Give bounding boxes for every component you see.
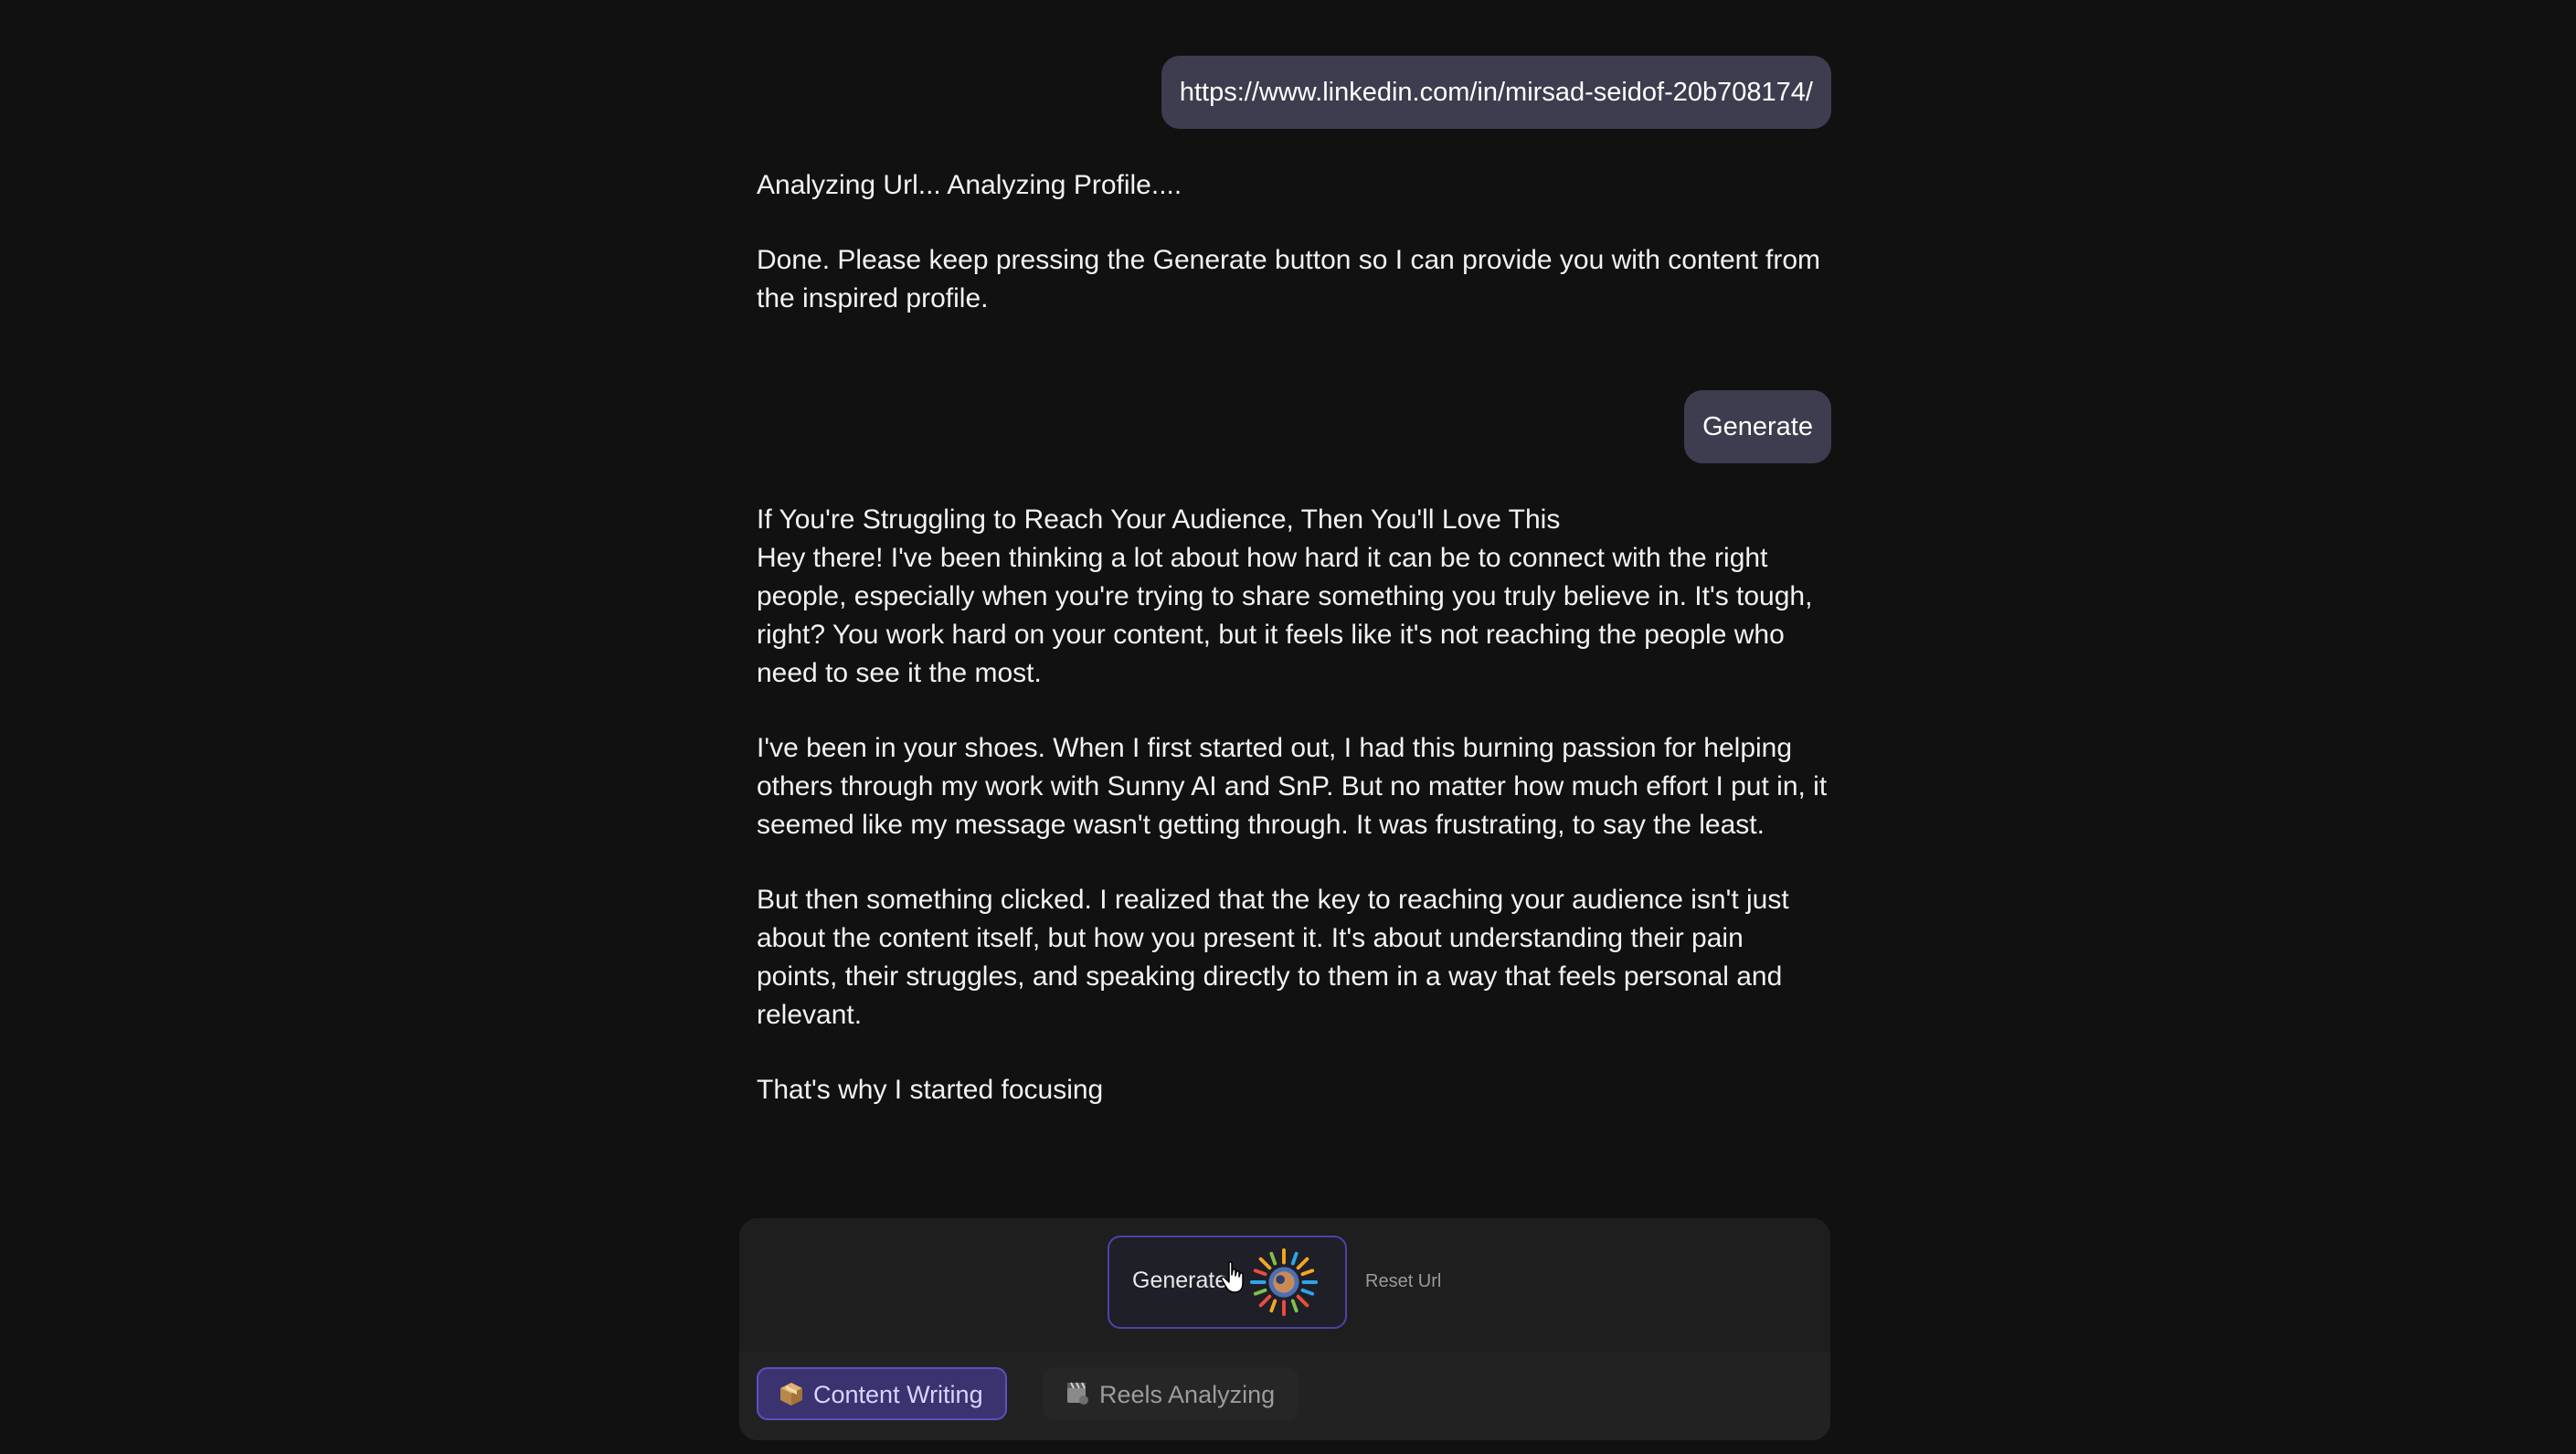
content-paragraph: That's why I started focusing — [757, 1075, 1104, 1105]
content-paragraph: I've been in your shoes. When I first st… — [757, 733, 1828, 840]
content-paragraph: Hey there! I've been thinking a lot abou… — [757, 543, 1813, 688]
content-paragraph: But then something clicked. I realized t… — [757, 885, 1789, 1030]
tab-reels-analyzing[interactable]: Reels Analyzing — [1043, 1367, 1299, 1420]
user-message-generate: Generate — [1684, 390, 1831, 463]
assistant-instruction-line: Done. Please keep pressing the Generate … — [757, 245, 1821, 313]
package-icon — [780, 1383, 802, 1406]
content-title: If You're Struggling to Reach Your Audie… — [757, 504, 1561, 535]
composer-panel: Generate Reset Url Content Writing Reels… — [739, 1218, 1830, 1440]
tab-label: Reels Analyzing — [1099, 1381, 1276, 1408]
user-message-url: https://www.linkedin.com/in/mirsad-seido… — [1161, 56, 1831, 129]
tab-content-writing[interactable]: Content Writing — [757, 1367, 1007, 1420]
tab-label: Content Writing — [813, 1381, 983, 1408]
assistant-status-line: Analyzing Url... Analyzing Profile.... — [757, 170, 1182, 200]
sun-globe-icon — [1249, 1247, 1319, 1317]
reset-url-link[interactable]: Reset Url — [1365, 1271, 1441, 1292]
chat-page: https://www.linkedin.com/in/mirsad-seido… — [0, 0, 2576, 1454]
hand-cursor-icon — [1221, 1261, 1244, 1293]
assistant-message-analysis: Analyzing Url... Analyzing Profile.... D… — [757, 166, 1831, 318]
assistant-message-content: If You're Struggling to Reach Your Audie… — [757, 501, 1831, 1109]
film-reel-icon — [1067, 1382, 1088, 1405]
